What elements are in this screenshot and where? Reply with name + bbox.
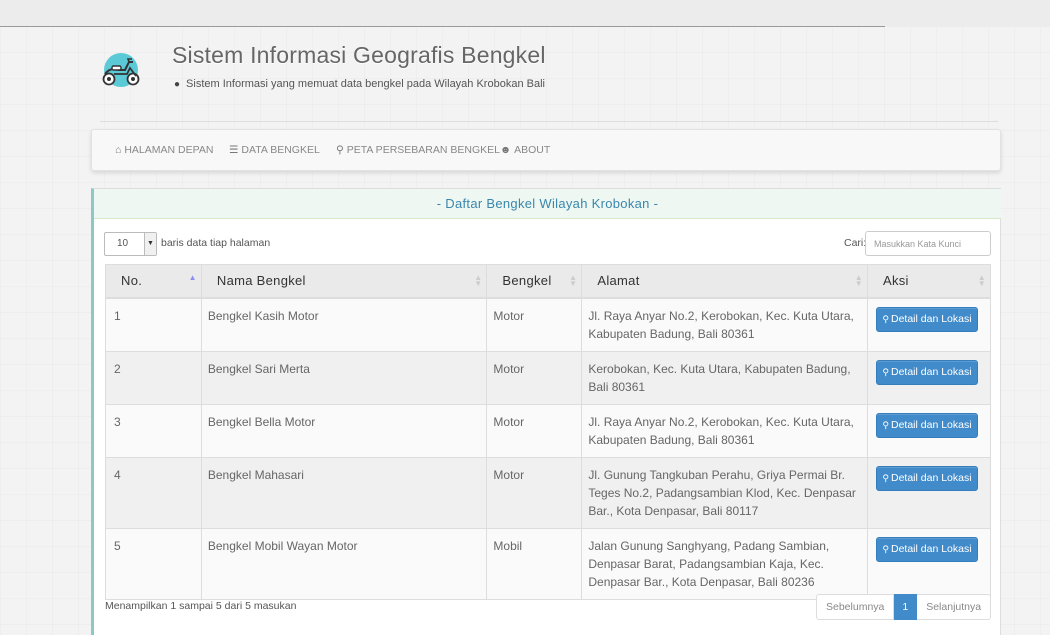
cell-no: 2 bbox=[105, 350, 202, 405]
main-navbar: ⌂ HALAMAN DEPAN ☰ DATA BENGKEL ⚲ PETA PERSE… bbox=[91, 129, 1001, 171]
sort-icon: ▲ ▼ bbox=[854, 273, 863, 288]
cell-aksi: ⚲ Detail dan Lokasi bbox=[866, 527, 992, 600]
cell-nama: Bengkel Mahasari bbox=[200, 456, 488, 529]
cell-nama: Bengkel Sari Merta bbox=[200, 350, 488, 405]
column-header-label: No. bbox=[121, 273, 143, 289]
cell-aksi: ⚲ Detail dan Lokasi bbox=[866, 350, 992, 405]
button-label: Detail dan Lokasi bbox=[891, 418, 972, 431]
table-row: 2 Bengkel Sari Merta Motor Kerobokan, Ke… bbox=[105, 350, 992, 405]
cell-no: 4 bbox=[105, 456, 202, 529]
cell-jenis: Motor bbox=[486, 297, 583, 352]
detail-lokasi-button[interactable]: ⚲ Detail dan Lokasi bbox=[875, 306, 978, 332]
pagination: Sebelumnya 1 Selanjutnya bbox=[816, 594, 992, 620]
column-header-aksi[interactable]: Aksi ▲ ▼ bbox=[866, 264, 992, 299]
detail-lokasi-button[interactable]: ⚲ Detail dan Lokasi bbox=[875, 536, 978, 562]
cell-aksi: ⚲ Detail dan Lokasi bbox=[866, 456, 992, 529]
pagination-page-1[interactable]: 1 bbox=[894, 594, 918, 620]
table-info: Menampilkan 1 sampai 5 dari 5 masukan bbox=[105, 600, 297, 612]
cell-aksi: ⚲ Detail dan Lokasi bbox=[866, 297, 992, 352]
column-header-alamat[interactable]: Alamat ▲ ▼ bbox=[581, 264, 868, 299]
button-label: Detail dan Lokasi bbox=[891, 312, 972, 325]
map-marker-icon: ⚲ bbox=[882, 313, 889, 324]
nav-label: DATA BENGKEL bbox=[241, 144, 320, 156]
button-label: Detail dan Lokasi bbox=[891, 365, 972, 378]
column-header-no[interactable]: No. ▲ bbox=[105, 264, 202, 299]
browser-top-bar bbox=[0, 0, 1050, 27]
cell-nama: Bengkel Bella Motor bbox=[200, 403, 488, 458]
sort-icon: ▲ ▼ bbox=[977, 273, 986, 288]
column-header-label: Alamat bbox=[597, 273, 640, 289]
cell-alamat: Jalan Gunung Sanghyang, Padang Sambian, … bbox=[581, 527, 868, 600]
bengkel-table: No. ▲ Nama Bengkel ▲ ▼ Bengkel ▲ ▼ Alamat ▲ ▼ A… bbox=[105, 264, 992, 600]
detail-lokasi-button[interactable]: ⚲ Detail dan Lokasi bbox=[875, 465, 978, 491]
cell-alamat: Kerobokan, Kec. Kuta Utara, Kabupaten Ba… bbox=[581, 350, 868, 405]
pagination-previous[interactable]: Sebelumnya bbox=[816, 594, 895, 620]
table-row: 5 Bengkel Mobil Wayan Motor Mobil Jalan … bbox=[105, 527, 992, 600]
column-header-label: Aksi bbox=[882, 273, 909, 289]
nav-about[interactable]: ☻ ABOUT bbox=[500, 144, 550, 156]
user-icon: ☻ bbox=[500, 144, 512, 156]
chevron-down-icon: ▼ bbox=[144, 233, 156, 255]
cell-no: 3 bbox=[105, 403, 202, 458]
button-label: Detail dan Lokasi bbox=[891, 471, 972, 484]
site-subtitle-text: Sistem Informasi yang memuat data bengke… bbox=[186, 78, 545, 90]
nav-halaman-depan[interactable]: ⌂ HALAMAN DEPAN bbox=[115, 144, 213, 156]
map-marker-icon: ⚲ bbox=[882, 419, 889, 430]
header-divider bbox=[100, 121, 998, 122]
map-marker-icon: ⚲ bbox=[882, 472, 889, 483]
panel-title: - Daftar Bengkel Wilayah Krobokan - bbox=[94, 189, 1001, 219]
site-subtitle: ● Sistem Informasi yang memuat data bengk… bbox=[174, 78, 545, 90]
site-header: Sistem Informasi Geografis Bengkel ● Sist… bbox=[100, 40, 1000, 100]
detail-lokasi-button[interactable]: ⚲ Detail dan Lokasi bbox=[875, 359, 978, 385]
cell-nama: Bengkel Mobil Wayan Motor bbox=[200, 527, 488, 600]
cell-alamat: Jl. Gunung Tangkuban Perahu, Griya Perma… bbox=[581, 456, 868, 529]
column-header-label: Nama Bengkel bbox=[216, 273, 306, 289]
cell-alamat: Jl. Raya Anyar No.2, Kerobokan, Kec. Kut… bbox=[581, 403, 868, 458]
table-row: 4 Bengkel Mahasari Motor Jl. Gunung Tang… bbox=[105, 456, 992, 529]
nav-label: PETA PERSEBARAN BENGKEL bbox=[346, 144, 500, 156]
cell-jenis: Mobil bbox=[486, 527, 583, 600]
column-header-label: Bengkel bbox=[502, 273, 552, 289]
map-marker-icon: ⚲ bbox=[882, 366, 889, 377]
page-length-label: baris data tiap halaman bbox=[161, 237, 271, 249]
sort-icon: ▲ ▼ bbox=[569, 273, 578, 288]
search-label: Cari: bbox=[844, 237, 867, 249]
map-marker-icon: ⚲ bbox=[882, 543, 889, 554]
sort-asc-icon: ▲ bbox=[188, 273, 197, 282]
cell-jenis: Motor bbox=[486, 456, 583, 529]
search-input[interactable] bbox=[865, 231, 991, 256]
table-header-row: No. ▲ Nama Bengkel ▲ ▼ Bengkel ▲ ▼ Alamat ▲ ▼ A… bbox=[105, 264, 992, 299]
table-row: 1 Bengkel Kasih Motor Motor Jl. Raya Any… bbox=[105, 297, 992, 352]
column-header-bengkel[interactable]: Bengkel ▲ ▼ bbox=[486, 264, 583, 299]
nav-label: HALAMAN DEPAN bbox=[124, 144, 214, 156]
map-marker-icon: ● bbox=[174, 79, 181, 90]
button-label: Detail dan Lokasi bbox=[891, 542, 972, 555]
sort-icon: ▲ ▼ bbox=[474, 273, 483, 288]
nav-label: ABOUT bbox=[514, 144, 551, 156]
cell-jenis: Motor bbox=[486, 350, 583, 405]
detail-lokasi-button[interactable]: ⚲ Detail dan Lokasi bbox=[875, 412, 978, 438]
home-icon: ⌂ bbox=[115, 144, 122, 156]
cell-aksi: ⚲ Detail dan Lokasi bbox=[866, 403, 992, 458]
cell-no: 5 bbox=[105, 527, 202, 600]
site-title: Sistem Informasi Geografis Bengkel bbox=[172, 42, 546, 68]
column-header-nama[interactable]: Nama Bengkel ▲ ▼ bbox=[200, 264, 488, 299]
cell-no: 1 bbox=[105, 297, 202, 352]
bengkel-panel: - Daftar Bengkel Wilayah Krobokan - 10 ▼… bbox=[91, 188, 1001, 635]
pagination-next[interactable]: Selanjutnya bbox=[917, 594, 992, 620]
list-icon: ☰ bbox=[229, 144, 239, 156]
table-row: 3 Bengkel Bella Motor Motor Jl. Raya Any… bbox=[105, 403, 992, 458]
nav-data-bengkel[interactable]: ☰ DATA BENGKEL bbox=[229, 144, 320, 156]
scooter-logo-icon bbox=[102, 53, 140, 87]
cell-nama: Bengkel Kasih Motor bbox=[200, 297, 488, 352]
nav-peta-persebaran[interactable]: ⚲ PETA PERSEBARAN BENGKEL bbox=[336, 144, 500, 156]
page-length-value: 10 bbox=[117, 238, 129, 249]
map-marker-icon: ⚲ bbox=[336, 144, 344, 156]
cell-jenis: Motor bbox=[486, 403, 583, 458]
page-length-select[interactable]: 10 ▼ bbox=[104, 232, 157, 256]
cell-alamat: Jl. Raya Anyar No.2, Kerobokan, Kec. Kut… bbox=[581, 297, 868, 352]
